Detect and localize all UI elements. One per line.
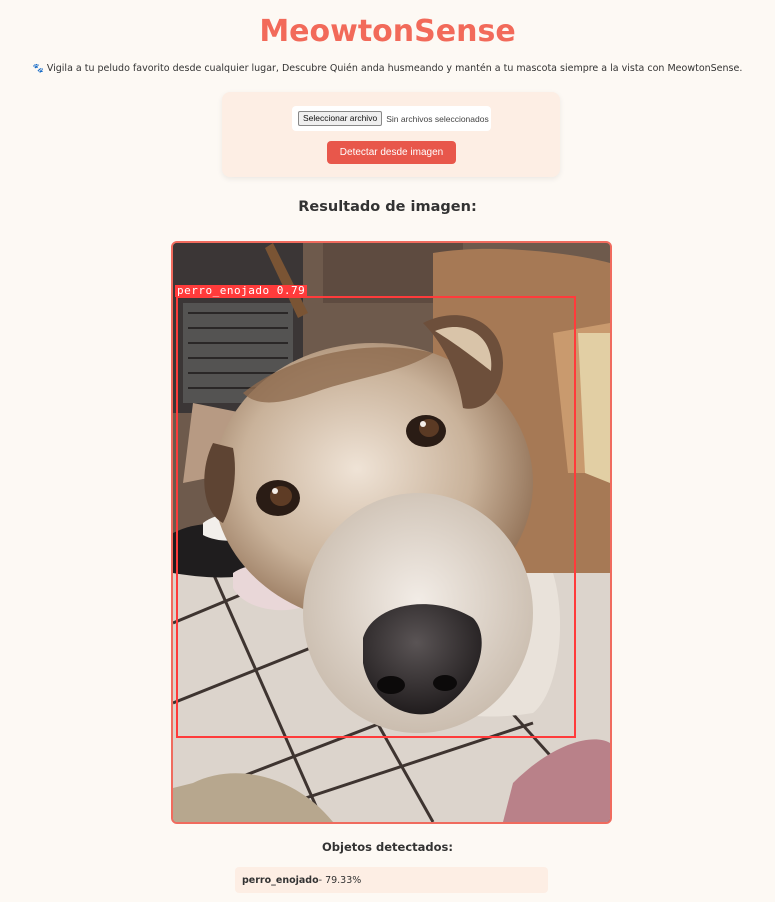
- result-heading: Resultado de imagen:: [298, 199, 477, 215]
- file-input[interactable]: Seleccionar archivo Sin archivos selecci…: [292, 106, 491, 131]
- detection-label: perro_enojado 0.79: [175, 284, 308, 297]
- tagline-text: Vigila a tu peludo favorito desde cualqu…: [46, 63, 743, 74]
- object-name: perro_enojado: [242, 874, 319, 886]
- object-confidence: - 79.33%: [318, 874, 362, 886]
- list-item: perro_enojado - 79.33%: [235, 867, 548, 893]
- result-image: perro_enojado 0.79: [171, 241, 612, 824]
- paw-prints-icon: 🐾: [32, 64, 44, 74]
- select-file-button[interactable]: Seleccionar archivo: [298, 111, 383, 126]
- detect-from-image-button[interactable]: Detectar desde imagen: [327, 141, 456, 164]
- tagline: 🐾 Vigila a tu peludo favorito desde cualq…: [0, 63, 775, 74]
- upload-card: Seleccionar archivo Sin archivos selecci…: [222, 92, 560, 177]
- detected-objects-heading: Objetos detectados:: [322, 840, 453, 854]
- dog-photo: [173, 243, 610, 822]
- page: MeowtonSense 🐾 Vigila a tu peludo favorit…: [0, 0, 775, 902]
- file-status-text: Sin archivos seleccionados: [386, 113, 489, 124]
- app-title: MeowtonSense: [259, 14, 516, 49]
